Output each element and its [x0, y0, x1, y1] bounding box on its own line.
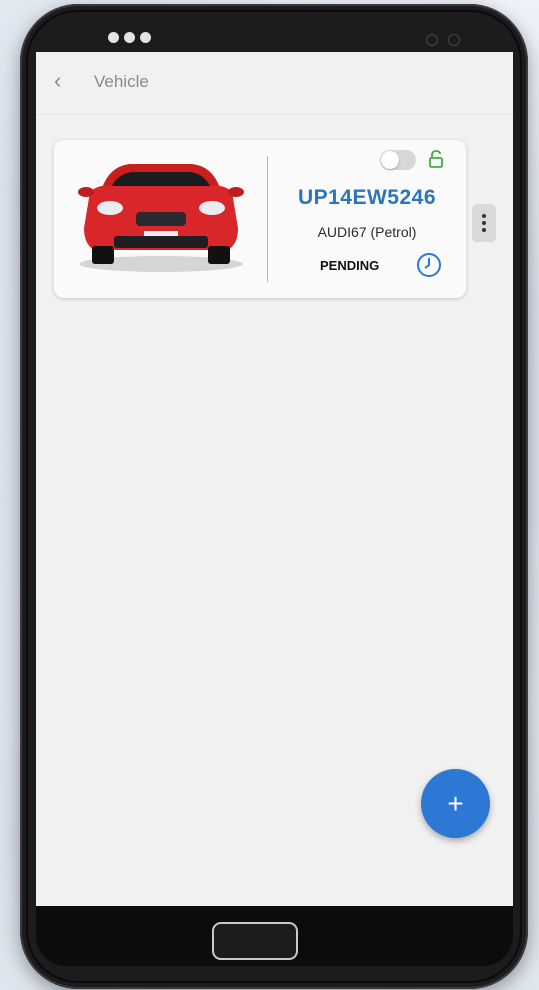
status-badge: PENDING [320, 258, 380, 273]
plate-number: UP14EW5246 [297, 186, 437, 209]
kebab-menu-icon[interactable] [472, 204, 496, 242]
back-button[interactable]: ‹ [54, 68, 61, 94]
vehicle-model: AUDI67 (Petrol) [317, 224, 417, 240]
home-button[interactable] [212, 922, 298, 960]
camera-icon [426, 34, 460, 46]
vehicle-image [54, 140, 268, 298]
vehicle-card[interactable]: UP14EW5246 AUDI67 (Petrol) PENDING [54, 140, 466, 298]
app-header: ‹ Vehicle [36, 52, 513, 115]
vehicle-toggle[interactable] [380, 150, 416, 170]
app-screen: ‹ Vehicle UP14EW5246 AUDI67 (Petrol) PEN… [36, 52, 513, 906]
page-title: Vehicle [94, 72, 149, 91]
status-dots [108, 32, 151, 43]
add-vehicle-button[interactable]: + [421, 769, 490, 838]
card-divider [267, 156, 268, 282]
clock-icon [417, 253, 441, 277]
unlocked-padlock-icon [429, 150, 443, 168]
